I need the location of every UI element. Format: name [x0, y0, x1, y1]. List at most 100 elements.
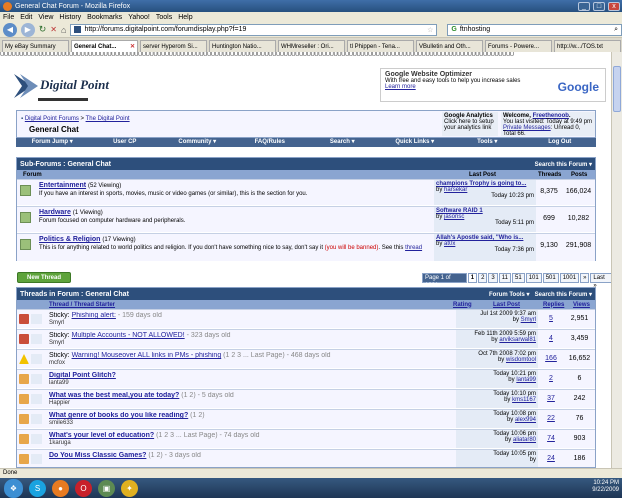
page-3[interactable]: 3 [488, 273, 498, 283]
page-next[interactable]: » [580, 273, 590, 283]
nav-log-out[interactable]: Log Out [524, 138, 597, 147]
tab-1[interactable]: General Chat... ✕ [71, 40, 138, 52]
thread-link[interactable]: Multiple Accounts - NOT ALLOWED! [72, 332, 185, 339]
col-last-post-2[interactable]: Last Post [493, 302, 520, 308]
new-thread-button[interactable]: New Thread [17, 272, 71, 283]
google-analytics-box[interactable]: Google Analytics Click here to setup you… [442, 112, 498, 136]
forum-link[interactable]: Politics & Religion [39, 236, 100, 243]
crumb-forums[interactable]: Digital Point Forums [25, 116, 79, 122]
search-bar[interactable]: G ftnhosting ⌕ [447, 23, 622, 36]
last-post-user[interactable]: lanta99 [516, 377, 536, 383]
page-1001[interactable]: 1001 [559, 273, 580, 283]
rules-thread-link[interactable]: thread [405, 245, 422, 251]
close-button[interactable]: x [608, 1, 620, 11]
tab-6[interactable]: VBulletin and Oth... [416, 40, 483, 52]
col-views[interactable]: Views [573, 302, 590, 308]
thread-link[interactable]: What's your level of education? [49, 432, 154, 439]
url-bar[interactable]: http://forums.digitalpoint.com/forumdisp… [70, 23, 438, 36]
tab-7[interactable]: Forums - Powere... [485, 40, 552, 52]
page-11[interactable]: 11 [498, 273, 511, 283]
reply-count[interactable]: 5 [540, 315, 562, 322]
page-101[interactable]: 101 [525, 273, 542, 283]
reply-count[interactable]: 74 [540, 435, 562, 442]
col-thread[interactable]: Thread / Thread Starter [49, 302, 115, 308]
tab-0[interactable]: My eBay Summary [2, 40, 69, 52]
menu-help[interactable]: Help [178, 14, 192, 21]
nav-tools[interactable]: Tools ▾ [451, 138, 524, 147]
reply-count[interactable]: 2 [540, 375, 562, 382]
page-last[interactable]: Last » [590, 273, 612, 289]
last-post-user[interactable]: arviksarwal81 [499, 337, 536, 343]
forward-button[interactable]: ▶ [20, 22, 35, 37]
close-icon[interactable]: ✕ [130, 43, 135, 50]
firefox-taskbar-icon[interactable]: ● [52, 479, 69, 497]
last-post-author[interactable]: jasonsc [444, 214, 464, 220]
col-rating[interactable]: Rating [453, 302, 472, 308]
ad-title[interactable]: Google Website Optimizer [385, 71, 601, 78]
crumb-digitalpoint[interactable]: The Digital Point [86, 116, 130, 122]
reply-count[interactable]: 166 [540, 355, 562, 362]
stop-button[interactable]: ✕ [50, 25, 57, 34]
thread-link[interactable]: Do You Miss Classic Games? [49, 452, 146, 459]
reply-count[interactable]: 4 [540, 335, 562, 342]
google-ad[interactable]: Google Website Optimizer With free and e… [380, 68, 606, 102]
menu-yahoo[interactable]: Yahoo! [128, 14, 150, 21]
reply-count[interactable]: 24 [540, 455, 562, 462]
nav-faq[interactable]: FAQ/Rules [234, 138, 307, 147]
nav-search[interactable]: Search ▾ [306, 138, 379, 147]
runner-icon[interactable]: ✦ [121, 479, 138, 497]
opera-icon[interactable]: O [75, 479, 92, 497]
menu-file[interactable]: File [3, 14, 14, 21]
last-post-author[interactable]: harsekar [444, 187, 467, 193]
reload-button[interactable]: ↻ [39, 24, 47, 35]
thread-starter[interactable]: Smyrl [49, 320, 64, 326]
thread-starter[interactable]: mcfox [49, 360, 65, 366]
back-button[interactable]: ◀ [3, 22, 17, 37]
tab-4[interactable]: WHMreseller : Ori... [278, 40, 345, 52]
thread-starter[interactable]: Happier [49, 400, 70, 406]
search-icon[interactable]: ⌕ [614, 26, 618, 34]
menu-tools[interactable]: Tools [156, 14, 172, 21]
page-1[interactable]: 1 [467, 273, 478, 283]
last-post-user[interactable]: wisdomtool [506, 357, 536, 363]
scrollbar-thumb[interactable] [613, 66, 621, 112]
start-orb-icon[interactable]: ❖ [4, 478, 23, 498]
menu-history[interactable]: History [59, 14, 81, 21]
search-engine-icon[interactable]: G [451, 26, 456, 33]
thread-link[interactable]: Digital Point Glitch? [49, 372, 116, 379]
col-replies[interactable]: Replies [543, 302, 564, 308]
reply-count[interactable]: 22 [540, 415, 562, 422]
nav-forum-jump[interactable]: Forum Jump ▾ [16, 138, 89, 147]
nav-user-cp[interactable]: User CP [89, 138, 162, 147]
maximize-button[interactable]: □ [593, 1, 605, 11]
forum-link[interactable]: Entertainment [39, 182, 86, 189]
network-icon[interactable]: ▣ [98, 479, 115, 497]
thread-starter[interactable]: smile633 [49, 420, 73, 426]
nav-community[interactable]: Community ▾ [161, 138, 234, 147]
thread-link[interactable]: Phishing alert: [72, 312, 116, 319]
last-post-user[interactable]: aliatar80 [513, 437, 536, 443]
tab-2[interactable]: server Hyperom Si... [140, 40, 207, 52]
page-501[interactable]: 501 [542, 273, 559, 283]
last-post-user[interactable]: Smyrl [521, 317, 536, 323]
search-forum-button[interactable]: Search this Forum ▾ [535, 161, 592, 168]
page-51[interactable]: 51 [512, 273, 525, 283]
vertical-scrollbar[interactable] [611, 52, 622, 468]
thread-starter[interactable]: lanta99 [49, 380, 69, 386]
menu-bookmarks[interactable]: Bookmarks [87, 14, 122, 21]
skype-icon[interactable]: S [29, 479, 46, 497]
thread-starter[interactable]: 1karuga [49, 440, 71, 446]
thread-link[interactable]: What genre of books do you like reading? [49, 412, 188, 419]
menu-view[interactable]: View [38, 14, 53, 21]
thread-link[interactable]: Warning! Mouseover ALL links in PMs - ph… [72, 352, 222, 359]
home-button[interactable]: ⌂ [61, 25, 66, 35]
tab-3[interactable]: Huntington Natio... [209, 40, 276, 52]
system-clock[interactable]: 10:24 PM 9/22/2009 [592, 480, 619, 494]
site-logo[interactable]: Digital Point [10, 66, 109, 106]
tab-5[interactable]: tl Phippen - Tena... [347, 40, 414, 52]
reply-count[interactable]: 37 [540, 395, 562, 402]
tab-8[interactable]: http://w.../TOS.txt [554, 40, 621, 52]
last-post-user[interactable]: kms1167 [512, 397, 536, 403]
menu-edit[interactable]: Edit [20, 14, 32, 21]
thread-link[interactable]: What was the best meal,you ate today? [49, 392, 179, 399]
